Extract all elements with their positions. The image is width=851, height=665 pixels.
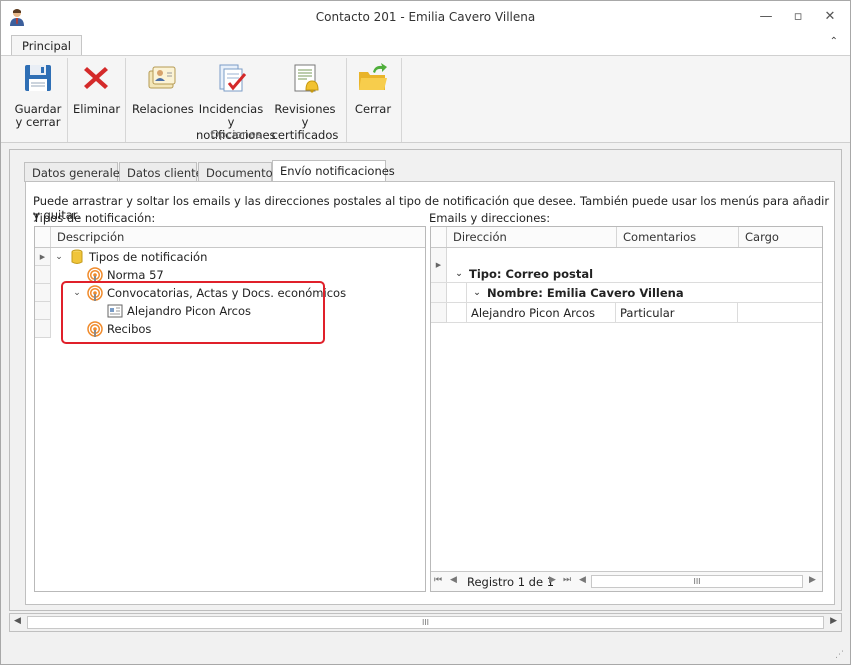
tree-header: Descripción [35, 227, 425, 248]
ribbon-separator [67, 58, 68, 142]
tab-envio-notificaciones[interactable]: Envío notificaciones [272, 160, 395, 183]
left-grid-label: Tipos de notificación: [33, 211, 156, 225]
tree-node-label: Tipos de notificación [89, 250, 208, 264]
chevron-down-icon[interactable]: ⌄ [453, 269, 465, 279]
tree-node-label: Norma 57 [107, 268, 164, 282]
row-indicator[interactable] [35, 302, 51, 320]
group-name-label: Nombre: Emilia Cavero Villena [487, 286, 684, 300]
emails-addresses-grid[interactable]: Dirección Comentarios Cargo ▶ ⌄ Tipo: Co… [430, 226, 823, 592]
floppy-disk-icon [25, 65, 51, 91]
chevron-down-icon[interactable]: ⌄ [53, 252, 65, 262]
checklist-icon [219, 64, 247, 92]
minimize-button[interactable]: — [755, 7, 777, 27]
row-indicator[interactable] [35, 284, 51, 302]
incidents-label-1: Incidencias y [198, 102, 264, 129]
grid-header: Dirección Comentarios Cargo [431, 227, 822, 248]
relations-button[interactable]: Relaciones [132, 60, 194, 116]
scroll-left-icon[interactable]: ◀ [579, 575, 586, 585]
column-header-comentarios[interactable]: Comentarios [616, 227, 738, 247]
close-label: Cerrar [354, 102, 392, 116]
group-row-type[interactable]: ⌄ Tipo: Correo postal [431, 248, 822, 283]
window-title: Contacto 201 - Emilia Cavero Villena [315, 10, 536, 24]
ribbon: Guardar y cerrar Eliminar Relaciones Inc… [1, 55, 850, 143]
delete-x-icon [84, 67, 108, 89]
column-header-descripcion[interactable]: Descripción [50, 227, 425, 247]
relations-label: Relaciones [132, 102, 194, 116]
restore-button[interactable]: ▫ [787, 7, 809, 27]
right-grid-label: Emails y direcciones: [429, 211, 551, 225]
scroll-right-icon[interactable]: ▶ [809, 575, 816, 585]
chevron-down-icon[interactable]: ⌄ [471, 288, 483, 298]
first-record-icon[interactable]: ⏮ [434, 575, 442, 585]
column-header-direccion[interactable]: Dirección [446, 227, 616, 247]
certificate-bell-icon [294, 64, 319, 93]
tab-datos-cliente[interactable]: Datos cliente [119, 162, 203, 182]
ribbon-tab-principal[interactable]: Principal [11, 35, 83, 56]
form-hscrollbar[interactable]: ◀ III ▶ [9, 613, 842, 632]
row-indicator-current[interactable]: ▶ [35, 248, 51, 266]
prev-record-icon[interactable]: ◀ [450, 575, 457, 585]
row-indicator-column: ▶ [35, 248, 51, 591]
scroll-left-icon[interactable]: ◀ [14, 616, 21, 626]
highlight-box [61, 281, 325, 344]
row-indicator[interactable] [35, 266, 51, 284]
close-window-button[interactable]: ✕ [819, 7, 841, 27]
next-record-icon[interactable]: ▶ [549, 575, 556, 585]
delete-label: Eliminar [73, 102, 121, 116]
ribbon-group-label: Opciones [210, 128, 262, 141]
last-record-icon[interactable]: ⏭ [563, 575, 571, 585]
ribbon-collapse-button[interactable]: ⌃ [830, 36, 838, 47]
main-window: Contacto 201 - Emilia Cavero Villena — ▫… [0, 0, 851, 665]
scrollbar-thumb[interactable]: III [27, 616, 824, 629]
title-bar: Contacto 201 - Emilia Cavero Villena — ▫… [1, 1, 850, 33]
ribbon-separator [401, 58, 402, 142]
grid-hscroll-thumb[interactable]: III [591, 575, 803, 588]
scroll-right-icon[interactable]: ▶ [830, 616, 837, 626]
ribbon-tab-strip: Principal ⌃ [1, 33, 850, 56]
cell-cargo[interactable] [738, 303, 822, 323]
tree-node-root[interactable]: ⌄ Tipos de notificación [53, 248, 207, 266]
ribbon-separator [346, 58, 347, 142]
tab-documentos[interactable]: Documentos [198, 162, 279, 182]
cell-direccion[interactable]: Alejandro Picon Arcos [467, 303, 616, 323]
record-navigator: ⏮ ◀ Registro 1 de 1 ▶ ⏭ ◀ III ▶ [431, 571, 822, 591]
delete-button[interactable]: Eliminar [73, 60, 121, 116]
close-button[interactable]: Cerrar [353, 60, 393, 116]
group-type-label: Tipo: Correo postal [469, 267, 594, 281]
envio-notificaciones-panel: Puede arrastrar y soltar los emails y la… [25, 181, 835, 605]
folder-exit-icon [359, 63, 387, 90]
group-row-name[interactable]: ⌄ Nombre: Emilia Cavero Villena [431, 283, 822, 303]
save-close-label-2: y cerrar [15, 115, 61, 129]
tab-datos-generales[interactable]: Datos generales [24, 162, 126, 182]
cell-comentarios[interactable]: Particular [616, 303, 738, 323]
reviews-label-1: Revisiones y [274, 102, 336, 129]
database-icon [71, 249, 83, 264]
status-bar: ⋰ [1, 641, 850, 664]
table-row[interactable]: Alejandro Picon Arcos Particular [431, 303, 822, 323]
column-header-cargo[interactable]: Cargo [738, 227, 822, 247]
resize-grip-icon[interactable]: ⋰ [835, 650, 844, 660]
record-position: Registro 1 de 1 [467, 575, 555, 589]
contact-cards-icon [148, 66, 176, 89]
form-content: Datos generales Datos cliente Documentos… [9, 149, 842, 611]
save-close-button[interactable]: Guardar y cerrar [13, 60, 63, 129]
row-indicator[interactable] [35, 320, 51, 338]
